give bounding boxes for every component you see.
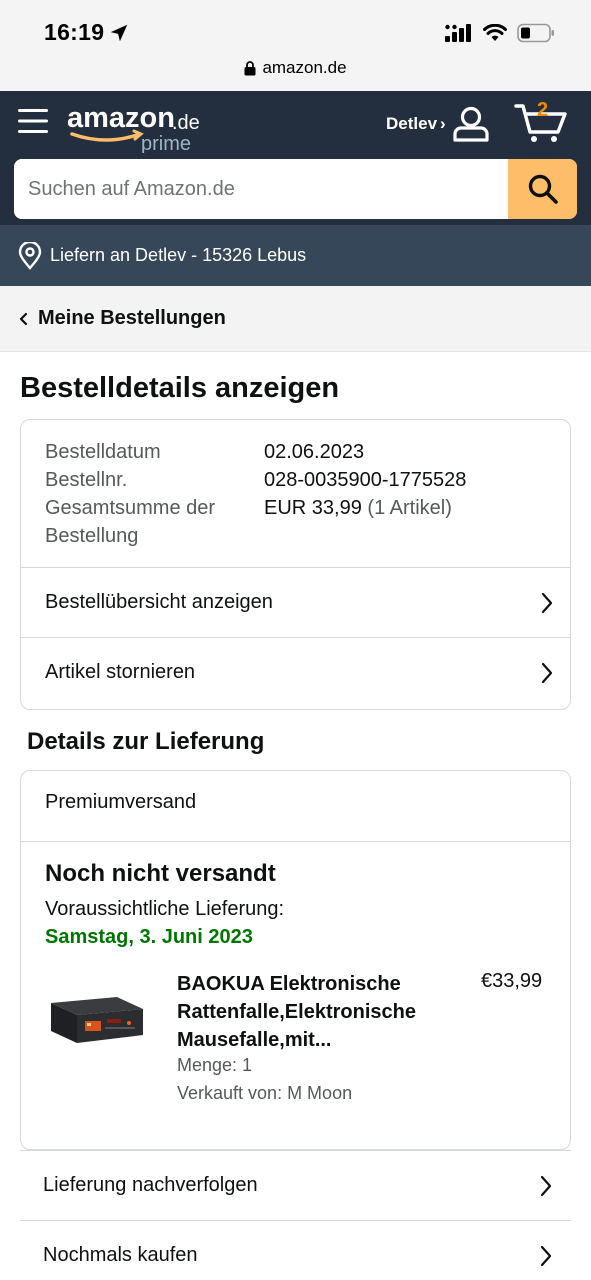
order-number-label: Bestellnr. <box>45 469 128 491</box>
breadcrumb-label: Meine Bestellungen <box>38 307 226 329</box>
view-order-summary-label: Bestellübersicht anzeigen <box>45 591 273 613</box>
order-item-count: (1 Artikel) <box>367 497 452 519</box>
cellular-signal-icon <box>445 24 471 42</box>
location-arrow-icon <box>110 24 128 42</box>
lock-icon <box>244 60 256 75</box>
shipping-method: Premiumversand <box>45 791 197 813</box>
eta-label: Voraussichtliche Lieferung: <box>45 898 285 920</box>
delivery-section-title: Details zur Lieferung <box>27 728 265 755</box>
product-quantity: Menge: 1 <box>177 1055 253 1075</box>
search-icon <box>528 174 558 204</box>
breadcrumb[interactable]: Meine Bestellungen <box>0 286 591 352</box>
cart-count-badge: 2 <box>537 99 549 121</box>
order-summary-card: Bestelldatum 02.06.2023 Bestellnr. 028-0… <box>20 419 571 710</box>
delivery-card: Premiumversand Noch nicht versandt Vorau… <box>20 770 571 1150</box>
page-title: Bestelldetails anzeigen <box>20 372 340 404</box>
url-bar[interactable]: amazon.de <box>0 50 591 91</box>
search-bar <box>14 159 577 219</box>
order-total-label: Gesamtsumme der Bestellung <box>45 497 216 547</box>
search-input[interactable] <box>14 159 508 219</box>
location-pin-icon <box>18 241 42 270</box>
divider <box>21 841 570 842</box>
menu-icon[interactable] <box>18 108 48 134</box>
chevron-right-icon <box>540 1245 552 1266</box>
track-delivery-label: Lieferung nachverfolgen <box>43 1174 258 1196</box>
product-price: €33,99 <box>481 970 543 992</box>
track-delivery-link[interactable]: Lieferung nachverfolgen <box>20 1150 571 1220</box>
status-icons <box>445 22 555 44</box>
account-chevron: › <box>440 114 446 133</box>
chevron-left-icon <box>19 312 28 325</box>
cancel-items-link[interactable]: Artikel stornieren <box>21 637 570 707</box>
logo-main-text: amazon <box>67 102 175 134</box>
buy-again-label: Nochmals kaufen <box>43 1244 198 1266</box>
eta-date: Samstag, 3. Juni 2023 <box>45 926 253 948</box>
order-total-value: EUR 33,99 <box>264 497 362 519</box>
chevron-right-icon <box>541 662 553 683</box>
buy-again-link[interactable]: Nochmals kaufen <box>20 1220 571 1280</box>
chevron-right-icon <box>540 1175 552 1196</box>
amazon-prime-logo[interactable]: amazon .de prime <box>66 101 206 153</box>
battery-icon <box>517 23 554 43</box>
delivery-location-text: Liefern an Detlev - 15326 Lebus <box>50 245 307 265</box>
account-link[interactable]: Detlev › <box>386 106 490 142</box>
order-date-value: 02.06.2023 <box>264 441 365 463</box>
logo-prime-text: prime <box>141 133 191 153</box>
url-text: amazon.de <box>262 58 347 77</box>
order-number-value: 028-0035900-1775528 <box>264 469 467 491</box>
product-seller: Verkauft von: M Moon <box>177 1083 353 1103</box>
logo-tld-text: .de <box>172 112 200 134</box>
order-meta: Bestelldatum 02.06.2023 Bestellnr. 028-0… <box>45 438 550 550</box>
wifi-icon <box>483 24 507 41</box>
chevron-right-icon <box>541 592 553 613</box>
account-name: Detlev <box>386 114 438 133</box>
status-bar: 16:19 <box>0 0 591 50</box>
product-image[interactable] <box>47 983 147 1047</box>
order-date-label: Bestelldatum <box>45 441 161 463</box>
status-time: 16:19 <box>44 19 105 45</box>
delivery-location-bar[interactable]: Liefern an Detlev - 15326 Lebus <box>0 225 591 286</box>
cancel-items-label: Artikel stornieren <box>45 661 196 683</box>
product-title-link[interactable]: BAOKUA Elektronische Rattenfalle,Elektro… <box>177 970 467 1054</box>
shipment-status: Noch nicht versandt <box>45 860 276 887</box>
search-button[interactable] <box>508 159 577 219</box>
user-icon <box>453 106 489 142</box>
view-order-summary-link[interactable]: Bestellübersicht anzeigen <box>21 567 570 637</box>
